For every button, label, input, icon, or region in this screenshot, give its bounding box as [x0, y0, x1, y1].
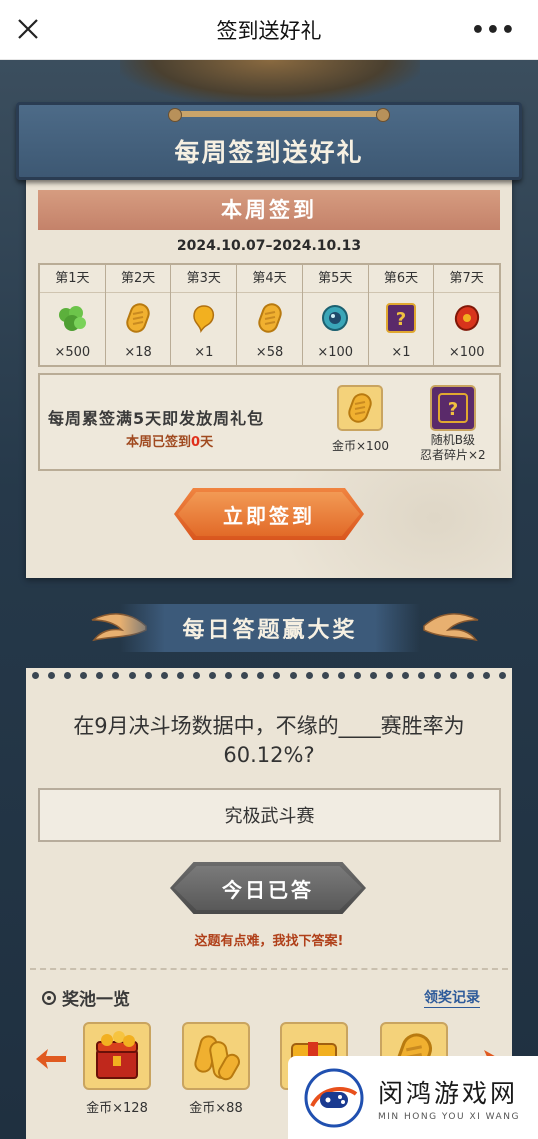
day-cell-5[interactable]: 第5天 ×100 [302, 265, 369, 365]
answered-today-button[interactable]: 今日已答 [170, 862, 366, 914]
bonus-title: 每周累签满5天即发放周礼包 [48, 409, 265, 428]
reward-caption: 金币×100 [332, 439, 389, 453]
gold-coins-pile-icon [182, 1022, 250, 1090]
gamepad-logo-icon [304, 1068, 364, 1127]
pool-item-caption: 金币×128 [86, 1101, 148, 1116]
quiz-answer-option[interactable]: 究极武斗赛 [38, 788, 501, 842]
gold-chest-icon [83, 1022, 151, 1090]
pool-item-caption: 金币×88 [189, 1101, 243, 1116]
more-icon[interactable]: ••• [471, 18, 516, 43]
quiz-header: 每日答题赢大奖 [120, 604, 420, 652]
prize-records-link[interactable]: 领奖记录 [424, 987, 480, 1008]
answer-hint-link[interactable]: 这题有点难，我找下答案! [0, 930, 538, 949]
day-label: 第7天 [434, 265, 500, 293]
day-count: ×18 [124, 345, 152, 360]
scroll-rod [168, 108, 390, 122]
day-count: ×1 [391, 345, 411, 360]
svg-text:?: ? [396, 309, 406, 330]
weekly-bonus-box: 每周累签满5天即发放周礼包 本周已签到0天 金币×100 ? 随机B级 忍者碎片×… [38, 373, 501, 471]
title-bar: 签到送好礼 ••• [0, 0, 538, 60]
pool-item-1: 金币×128 [83, 1022, 151, 1116]
green-gem-icon [55, 301, 89, 335]
day-grid: 第1天 ×500 第2天 ×18 第3天 ×1 第4天 ×58 第5天 ×100… [38, 263, 501, 367]
gold-bean-icon [187, 301, 221, 335]
watermark-en: MIN HONG YOU XI WANG [378, 1111, 520, 1122]
blue-orb-icon [318, 301, 352, 335]
red-scroll-icon [450, 301, 484, 335]
day-cell-6[interactable]: 第6天 ? ×1 [368, 265, 435, 365]
week-band: 本周签到 [38, 190, 500, 230]
day-count: ×500 [54, 345, 91, 360]
day-cell-3[interactable]: 第3天 ×1 [171, 265, 238, 365]
day-cell-2[interactable]: 第2天 ×18 [105, 265, 172, 365]
day-label: 第1天 [40, 265, 105, 293]
day-label: 第3天 [171, 265, 237, 293]
watermark-cn: 闵鸿游戏网 [378, 1078, 519, 1108]
reward-caption: 随机B级 忍者碎片×2 [420, 433, 486, 462]
divider [30, 968, 508, 970]
pool-item-2: 金币×88 [182, 1022, 250, 1116]
sign-in-button[interactable]: 立即签到 [174, 488, 364, 540]
day-label: 第6天 [368, 265, 434, 293]
right-wing-ornament [423, 613, 479, 642]
gold-coin-icon [337, 385, 384, 431]
week-dates: 2024.10.07–2024.10.13 [176, 238, 362, 254]
weekly-header: 每周签到送好礼 [16, 102, 522, 180]
sign-progress: 本周已签到0天 [126, 435, 214, 450]
binder-holes [32, 672, 506, 682]
day-count: ×1 [194, 345, 214, 360]
mystery-fragment-icon: ? [429, 385, 476, 431]
svg-text:?: ? [448, 399, 458, 420]
day-cell-4[interactable]: 第4天 ×58 [237, 265, 303, 365]
sign-progress-count: 0 [191, 435, 201, 450]
prize-pool-title: 奖池一览 [42, 985, 130, 1010]
day-cell-1[interactable]: 第1天 ×500 [40, 265, 106, 365]
day-count: ×100 [448, 345, 485, 360]
bonus-reward-coins: 金币×100 [332, 385, 389, 454]
arrow-left-icon[interactable] [34, 1046, 68, 1072]
weekly-header-title: 每周签到送好礼 [174, 138, 364, 167]
page-title: 签到送好礼 [216, 18, 322, 43]
banner-art [120, 60, 420, 105]
watermark: 闵鸿游戏网 MIN HONG YOU XI WANG [288, 1056, 538, 1139]
gold-coin-icon [121, 301, 155, 335]
target-icon [42, 990, 56, 1005]
day-cell-7[interactable]: 第7天 ×100 [434, 265, 500, 365]
day-count: ×58 [255, 345, 284, 360]
day-label: 第4天 [237, 265, 302, 293]
day-label: 第2天 [105, 265, 171, 293]
close-icon[interactable] [14, 15, 42, 43]
bonus-reward-fragment: ? 随机B级 忍者碎片×2 [420, 385, 486, 463]
gold-coin-icon [253, 301, 287, 335]
quiz-question: 在9月决斗场数据中，不缘的____赛胜率为 60.12%? [73, 714, 465, 767]
mystery-fragment-icon: ? [384, 301, 418, 335]
day-label: 第5天 [302, 265, 368, 293]
day-count: ×100 [317, 345, 354, 360]
